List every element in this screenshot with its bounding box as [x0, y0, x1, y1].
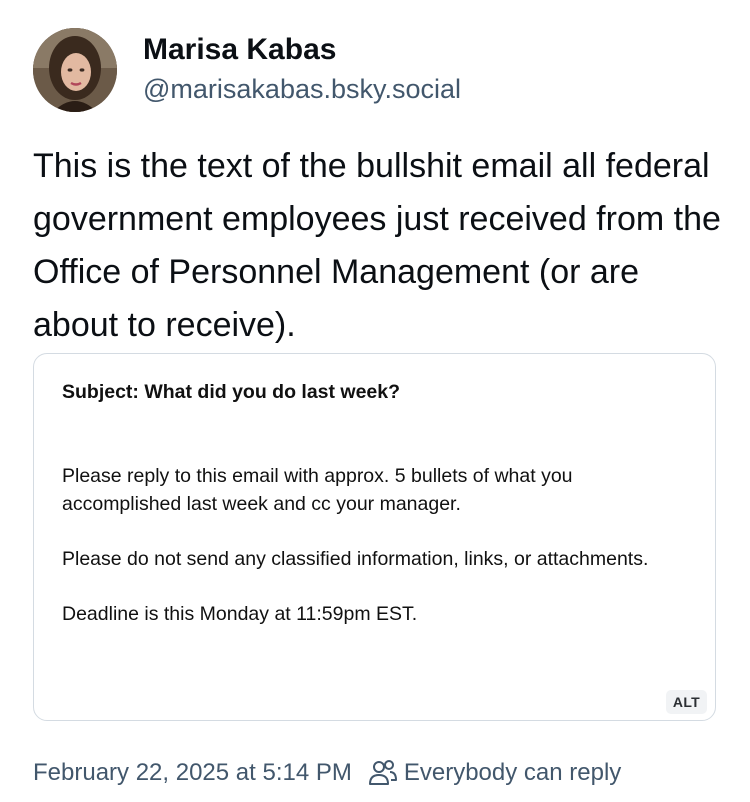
email-paragraph: Deadline is this Monday at 11:59pm EST.	[62, 603, 418, 625]
email-screenshot: Subject: What did you do last week? Plea…	[62, 378, 682, 628]
alt-text-badge[interactable]: ALT	[665, 690, 707, 714]
reply-setting-label[interactable]: Everybody can reply	[404, 759, 621, 787]
post-text: This is the text of the bullshit email a…	[33, 147, 721, 344]
email-paragraph: Please reply to this email with approx. …	[62, 465, 573, 515]
email-subject: Subject: What did you do last week?	[62, 381, 401, 403]
post-header: Marisa Kabas @marisakabas.bsky.social	[33, 28, 723, 114]
post-footer: February 22, 2025 at 5:14 PM Everybody c…	[33, 755, 621, 791]
author-display-name[interactable]: Marisa Kabas	[143, 32, 461, 68]
author-handle[interactable]: @marisakabas.bsky.social	[143, 72, 461, 106]
embedded-image[interactable]: Subject: What did you do last week? Plea…	[33, 353, 716, 721]
avatar[interactable]	[33, 28, 117, 112]
post-timestamp[interactable]: February 22, 2025 at 5:14 PM	[33, 759, 352, 787]
people-icon	[368, 759, 398, 787]
email-paragraph: Please do not send any classified inform…	[62, 548, 649, 570]
profile-photo-icon	[33, 28, 117, 112]
author-names: Marisa Kabas @marisakabas.bsky.social	[143, 32, 461, 106]
